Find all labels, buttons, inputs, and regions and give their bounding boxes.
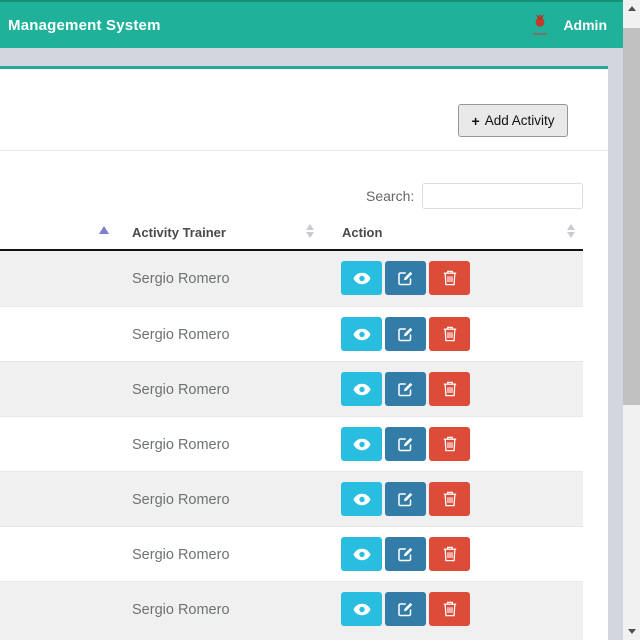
table-row: Sergio Romero: [0, 251, 583, 306]
edit-icon: [397, 381, 414, 398]
eye-icon: [353, 328, 371, 341]
edit-button[interactable]: [385, 482, 426, 516]
delete-button[interactable]: [429, 537, 470, 571]
view-button[interactable]: [341, 482, 382, 516]
eye-icon: [353, 438, 371, 451]
sort-icon[interactable]: [567, 224, 575, 238]
delete-button[interactable]: [429, 317, 470, 351]
add-activity-label: Add Activity: [485, 113, 555, 128]
delete-button[interactable]: [429, 372, 470, 406]
edit-icon: [397, 326, 414, 343]
scroll-down-icon: [628, 629, 636, 634]
view-button[interactable]: [341, 427, 382, 461]
row-actions: [341, 317, 470, 351]
scroll-up-icon: [628, 6, 636, 11]
delete-button[interactable]: [429, 482, 470, 516]
row-actions: [341, 537, 470, 571]
trainer-cell: Sergio Romero: [132, 251, 230, 306]
sort-up-icon: [306, 224, 314, 230]
table-row: Sergio Romero: [0, 416, 583, 471]
trainer-cell: Sergio Romero: [132, 472, 230, 527]
edit-button[interactable]: [385, 537, 426, 571]
trainer-cell: Sergio Romero: [132, 417, 230, 472]
eye-icon: [353, 548, 371, 561]
edit-button[interactable]: [385, 317, 426, 351]
table-row: Sergio Romero: [0, 306, 583, 361]
trash-icon: [443, 436, 457, 452]
trainer-cell: Sergio Romero: [132, 582, 230, 637]
edit-icon: [397, 436, 414, 453]
sort-icon[interactable]: [306, 224, 314, 238]
column-header-action[interactable]: Action: [342, 225, 382, 240]
table-header: Activity Trainer Action: [0, 215, 583, 251]
row-actions: [341, 592, 470, 626]
plus-icon: +: [472, 114, 480, 128]
delete-button[interactable]: [429, 592, 470, 626]
add-activity-button[interactable]: + Add Activity: [458, 104, 568, 137]
view-button[interactable]: [341, 261, 382, 295]
sort-down-icon: [567, 232, 575, 238]
table-row: Sergio Romero: [0, 526, 583, 581]
view-button[interactable]: [341, 317, 382, 351]
row-actions: [341, 261, 470, 295]
column-header-activity-trainer[interactable]: Activity Trainer: [132, 225, 226, 240]
trainer-cell: Sergio Romero: [132, 527, 230, 582]
eye-icon: [353, 383, 371, 396]
trainer-cell: Sergio Romero: [132, 362, 230, 417]
eye-icon: [353, 272, 371, 285]
eye-icon: [353, 603, 371, 616]
trash-icon: [443, 491, 457, 507]
row-actions: [341, 372, 470, 406]
vertical-scrollbar[interactable]: [623, 0, 640, 640]
row-actions: [341, 482, 470, 516]
search-label: Search:: [366, 188, 414, 204]
trash-icon: [443, 546, 457, 562]
navbar: Management System Admin: [0, 0, 623, 48]
admin-menu[interactable]: Admin: [529, 2, 607, 48]
edit-icon: [397, 270, 414, 287]
table-row: Sergio Romero: [0, 361, 583, 416]
brand-logo-icon: [529, 12, 551, 39]
trainer-cell: Sergio Romero: [132, 307, 230, 362]
edit-icon: [397, 546, 414, 563]
admin-label: Admin: [563, 17, 607, 33]
edit-button[interactable]: [385, 592, 426, 626]
scroll-up-button[interactable]: [623, 0, 640, 17]
view-button[interactable]: [341, 537, 382, 571]
edit-button[interactable]: [385, 372, 426, 406]
view-button[interactable]: [341, 372, 382, 406]
delete-button[interactable]: [429, 427, 470, 461]
scroll-down-button[interactable]: [623, 623, 640, 640]
view-button[interactable]: [341, 592, 382, 626]
table-body: Sergio Romero: [0, 251, 583, 640]
edit-button[interactable]: [385, 427, 426, 461]
table-row: Sergio Romero: [0, 581, 583, 640]
trash-icon: [443, 270, 457, 286]
trash-icon: [443, 601, 457, 617]
search-input[interactable]: [422, 183, 583, 209]
edit-icon: [397, 491, 414, 508]
app-title: Management System: [8, 2, 161, 48]
trash-icon: [443, 326, 457, 342]
trash-icon: [443, 381, 457, 397]
app-screen: Management System Admin + Add Activity S…: [0, 0, 640, 640]
edit-button[interactable]: [385, 261, 426, 295]
edit-icon: [397, 601, 414, 618]
scrollbar-thumb[interactable]: [623, 28, 640, 405]
sort-down-icon: [306, 232, 314, 238]
row-actions: [341, 427, 470, 461]
sort-ascending-icon[interactable]: [99, 226, 109, 234]
sort-up-icon: [567, 224, 575, 230]
table-row: Sergio Romero: [0, 471, 583, 526]
panel-divider: [0, 150, 608, 151]
delete-button[interactable]: [429, 261, 470, 295]
eye-icon: [353, 493, 371, 506]
